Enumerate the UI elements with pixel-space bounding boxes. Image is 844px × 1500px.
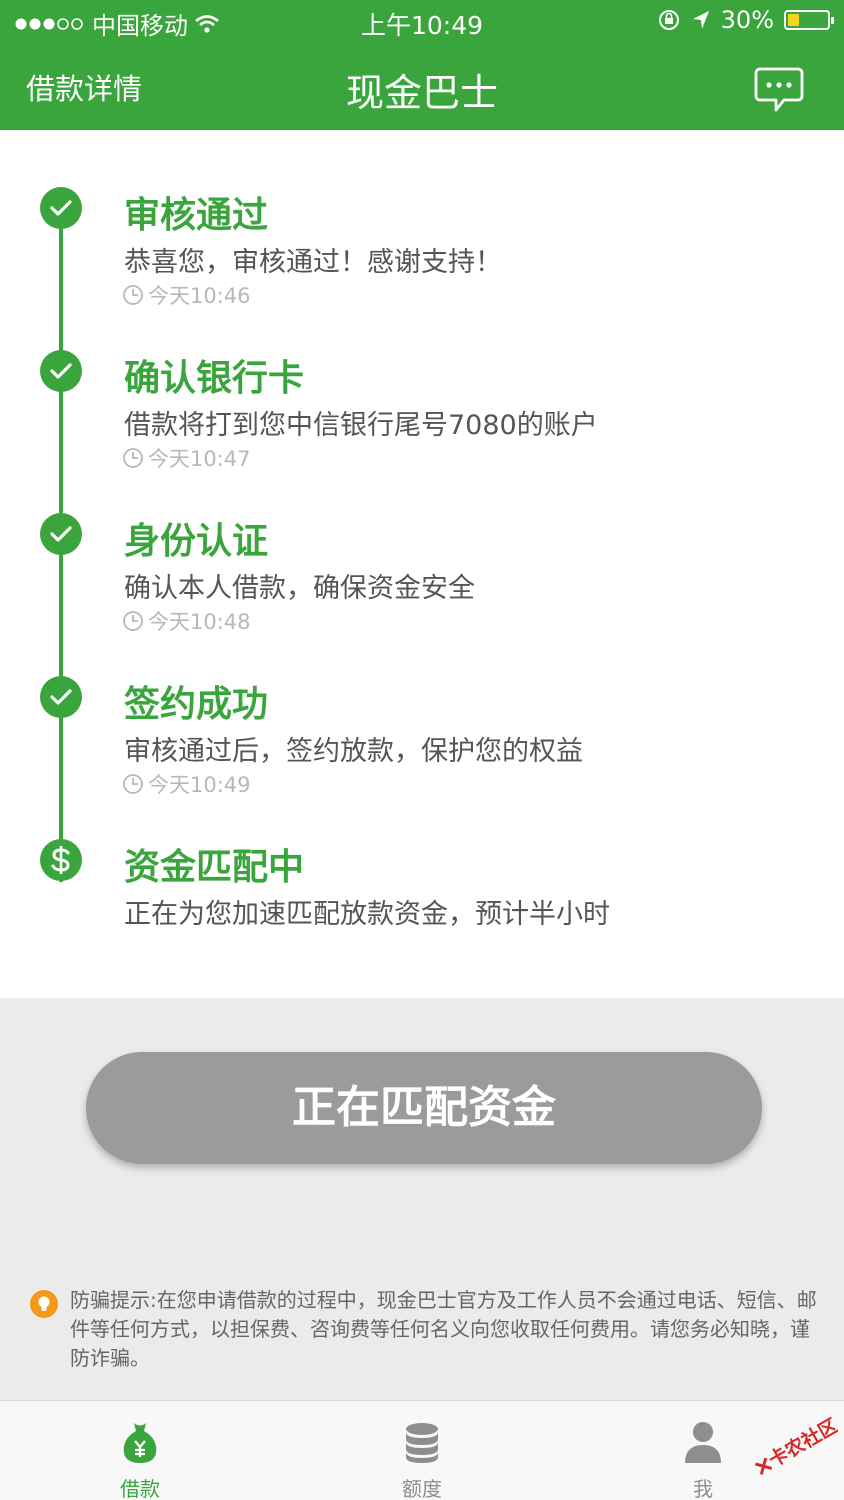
step-title: 资金匹配中: [124, 847, 305, 888]
step-description: 借款将打到您中信银行尾号7080的账户: [124, 410, 598, 441]
step-description: 审核通过后，签约放款，保护您的权益: [124, 736, 583, 767]
chat-bubble-icon: [754, 67, 804, 112]
status-right: 30%: [657, 6, 834, 34]
watermark-logo: 卡农社区: [754, 1414, 838, 1475]
step-description: 正在为您加速匹配放款资金，预计半小时: [124, 899, 610, 930]
location-arrow-icon: [692, 11, 709, 29]
rotation-lock-icon: [658, 10, 679, 30]
person-icon: [685, 1422, 721, 1463]
matching-funds-button[interactable]: 正在匹配资金: [86, 1052, 762, 1164]
message-button[interactable]: [754, 66, 804, 114]
step-title: 确认银行卡: [124, 358, 305, 399]
step-time: 今天10:47: [122, 443, 251, 473]
clock-icon: [123, 448, 143, 468]
action-area: 正在匹配资金 防骗提示:在您申请借款的过程中，现金巴士官方及工作人员不会通过电话…: [0, 998, 844, 1400]
clock-icon: [123, 774, 143, 794]
clock-icon: [123, 285, 143, 305]
clock-icon: [123, 611, 143, 631]
battery-icon: [784, 10, 834, 30]
battery-percent: 30%: [720, 6, 774, 34]
nav-bar: 借款详情 现金巴士: [0, 44, 844, 130]
dollar-icon: [40, 839, 82, 881]
step-time: 今天10:48: [122, 606, 251, 636]
step-time-text: 今天10:46: [148, 284, 251, 308]
battery-level: [788, 14, 799, 26]
page-title: 现金巴士: [345, 71, 498, 115]
step-description: 确认本人借款，确保资金安全: [124, 573, 475, 604]
step-time: 今天10:46: [122, 280, 251, 310]
step-title: 签约成功: [124, 684, 269, 725]
step-time-text: 今天10:47: [148, 447, 251, 471]
tab-loan[interactable]: 借款: [70, 1401, 210, 1500]
lightbulb-icon: [30, 1290, 58, 1318]
watermark-text: 卡农社区: [764, 1414, 838, 1472]
tab-credit[interactable]: 额度: [352, 1401, 492, 1500]
fraud-notice-text: 防骗提示:在您申请借款的过程中，现金巴士官方及工作人员不会通过电话、短信、邮件等…: [70, 1288, 817, 1370]
status-bar: 中国移动 上午10:49 30%: [0, 0, 844, 44]
step-title: 审核通过: [124, 195, 269, 236]
step-description: 恭喜您，审核通过！感谢支持！: [124, 247, 502, 278]
check-icon: [40, 513, 82, 555]
step-time-text: 今天10:48: [148, 610, 251, 634]
tab-label: 借款: [120, 1477, 160, 1500]
money-bag-icon: [123, 1423, 157, 1463]
step-title: 身份认证: [124, 521, 269, 562]
coin-stack-icon: [406, 1423, 438, 1463]
check-icon: [40, 187, 82, 229]
step-time: 今天10:49: [122, 769, 251, 799]
progress-timeline: 审核通过 恭喜您，审核通过！感谢支持！ 今天10:46 确认银行卡 借款将打到您…: [0, 130, 844, 998]
check-icon: [40, 676, 82, 718]
step-time-text: 今天10:49: [148, 773, 251, 797]
check-icon: [40, 350, 82, 392]
tab-bar: 借款 额度 我: [0, 1400, 844, 1500]
tab-label: 额度: [402, 1477, 442, 1500]
